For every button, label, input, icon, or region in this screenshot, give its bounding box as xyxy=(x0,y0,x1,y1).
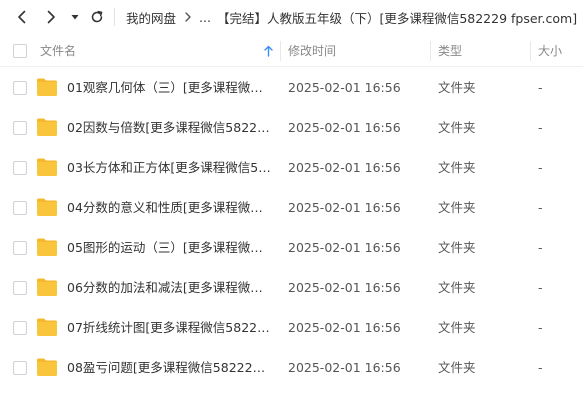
file-type: 文件夹 xyxy=(438,320,476,335)
file-size: - xyxy=(538,240,543,255)
folder-icon xyxy=(36,117,58,137)
chevron-right-icon[interactable] xyxy=(40,6,62,28)
row-checkbox[interactable] xyxy=(13,121,27,135)
file-size: - xyxy=(538,320,543,335)
column-divider[interactable] xyxy=(430,41,431,61)
row-checkbox[interactable] xyxy=(13,361,27,375)
file-name[interactable]: 08盈亏问题[更多课程微信582229 fpser.com] xyxy=(67,348,271,388)
file-row[interactable]: 08盈亏问题[更多课程微信582229 fpser.com] 2025-02-0… xyxy=(0,348,583,388)
file-type: 文件夹 xyxy=(438,80,476,95)
file-name[interactable]: 06分数的加法和减法[更多课程微信582229 fpser.com] xyxy=(67,268,271,308)
row-checkbox[interactable] xyxy=(13,321,27,335)
column-header-name[interactable]: 文件名 xyxy=(40,35,76,67)
file-modified: 2025-02-01 16:56 xyxy=(288,280,401,295)
row-checkbox[interactable] xyxy=(13,201,27,215)
file-size: - xyxy=(538,360,543,375)
sort-ascending-arrow-icon[interactable] xyxy=(264,45,273,60)
navigation-bar: 我的网盘 ... 【完结】人教版五年级（下）[更多课程微信582229 fpse… xyxy=(0,0,583,34)
column-divider[interactable] xyxy=(530,41,531,61)
caret-down-icon[interactable] xyxy=(64,6,86,28)
breadcrumb-ellipsis[interactable]: ... xyxy=(199,10,211,25)
toolbar-divider xyxy=(114,8,115,26)
file-modified: 2025-02-01 16:56 xyxy=(288,240,401,255)
file-modified: 2025-02-01 16:56 xyxy=(288,160,401,175)
file-size: - xyxy=(538,160,543,175)
file-type: 文件夹 xyxy=(438,200,476,215)
breadcrumb-current: 【完结】人教版五年级（下）[更多课程微信582229 fpser.com] xyxy=(216,10,578,26)
folder-icon xyxy=(36,237,58,257)
row-checkbox[interactable] xyxy=(13,161,27,175)
file-row[interactable]: 06分数的加法和减法[更多课程微信582229 fpser.com] 2025-… xyxy=(0,268,583,308)
folder-icon xyxy=(36,197,58,217)
file-type: 文件夹 xyxy=(438,280,476,295)
breadcrumb-root[interactable]: 我的网盘 xyxy=(126,8,176,27)
chevron-right-icon xyxy=(184,12,192,22)
file-size: - xyxy=(538,120,543,135)
file-modified: 2025-02-01 16:56 xyxy=(288,80,401,95)
file-row[interactable]: 03长方体和正方体[更多课程微信582229 fpser.com] 2025-0… xyxy=(0,148,583,188)
column-divider[interactable] xyxy=(280,41,281,61)
column-header-size[interactable]: 大小 xyxy=(538,35,562,67)
file-size: - xyxy=(538,280,543,295)
row-checkbox[interactable] xyxy=(13,281,27,295)
select-all-checkbox[interactable] xyxy=(13,44,27,58)
file-size: - xyxy=(538,80,543,95)
file-name[interactable]: 05图形的运动（三）[更多课程微信582229 fpser.com] xyxy=(67,228,271,268)
folder-icon xyxy=(36,357,58,377)
chevron-left-icon[interactable] xyxy=(11,6,33,28)
file-row[interactable]: 07折线统计图[更多课程微信582229 fpser.com] 2025-02-… xyxy=(0,308,583,348)
file-modified: 2025-02-01 16:56 xyxy=(288,360,401,375)
file-name[interactable]: 01观察几何体（三）[更多课程微信582229 fpser.com] xyxy=(67,68,271,108)
file-modified: 2025-02-01 16:56 xyxy=(288,120,401,135)
file-type: 文件夹 xyxy=(438,160,476,175)
file-name[interactable]: 04分数的意义和性质[更多课程微信582229 fpser.com] xyxy=(67,188,271,228)
folder-icon xyxy=(36,77,58,97)
file-type: 文件夹 xyxy=(438,240,476,255)
folder-icon xyxy=(36,317,58,337)
file-name[interactable]: 07折线统计图[更多课程微信582229 fpser.com] xyxy=(67,308,271,348)
file-row[interactable]: 05图形的运动（三）[更多课程微信582229 fpser.com] 2025-… xyxy=(0,228,583,268)
file-size: - xyxy=(538,200,543,215)
file-modified: 2025-02-01 16:56 xyxy=(288,200,401,215)
file-type: 文件夹 xyxy=(438,360,476,375)
file-row[interactable]: 04分数的意义和性质[更多课程微信582229 fpser.com] 2025-… xyxy=(0,188,583,228)
folder-icon xyxy=(36,277,58,297)
folder-icon xyxy=(36,157,58,177)
refresh-icon[interactable] xyxy=(86,6,108,28)
file-list: 01观察几何体（三）[更多课程微信582229 fpser.com] 2025-… xyxy=(0,68,583,388)
breadcrumb: 我的网盘 ... 【完结】人教版五年级（下）[更多课程微信582229 fpse… xyxy=(126,0,577,34)
file-row[interactable]: 02因数与倍数[更多课程微信582229 fpser.com] 2025-02-… xyxy=(0,108,583,148)
file-name[interactable]: 03长方体和正方体[更多课程微信582229 fpser.com] xyxy=(67,148,271,188)
file-name[interactable]: 02因数与倍数[更多课程微信582229 fpser.com] xyxy=(67,108,271,148)
row-checkbox[interactable] xyxy=(13,241,27,255)
file-row[interactable]: 01观察几何体（三）[更多课程微信582229 fpser.com] 2025-… xyxy=(0,68,583,108)
file-modified: 2025-02-01 16:56 xyxy=(288,320,401,335)
row-checkbox[interactable] xyxy=(13,81,27,95)
column-header-type[interactable]: 类型 xyxy=(438,35,462,67)
file-list-header: 文件名 修改时间 类型 大小 xyxy=(0,35,583,67)
column-header-modified[interactable]: 修改时间 xyxy=(288,35,336,67)
file-type: 文件夹 xyxy=(438,120,476,135)
